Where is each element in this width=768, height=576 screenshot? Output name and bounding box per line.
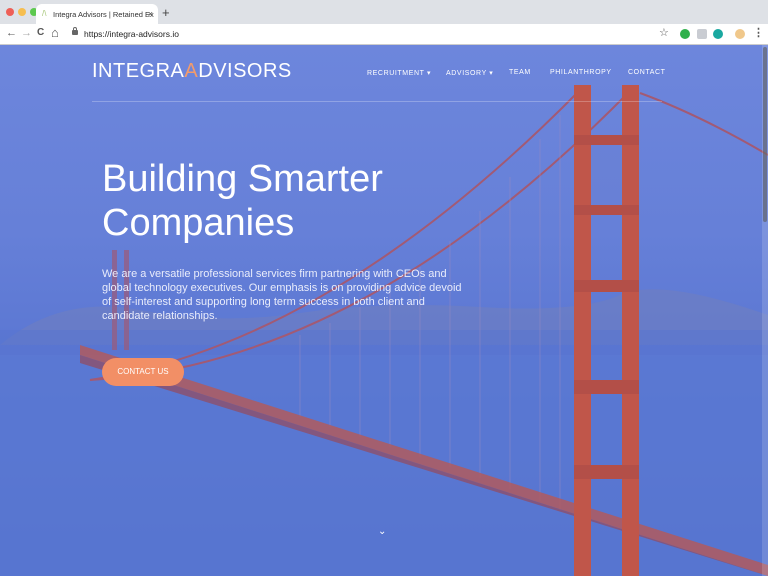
browser-toolbar: ← → C ⌂ https://integra-advisors.io ☆ ⋮ xyxy=(0,24,768,45)
hero-title-line-2: Companies xyxy=(102,202,295,244)
tab-strip: /\ Integra Advisors | Retained Ex × + xyxy=(0,0,768,24)
minimize-window-dot[interactable] xyxy=(18,8,26,16)
bookmark-star-icon[interactable]: ☆ xyxy=(659,26,669,39)
nav-contact[interactable]: CONTACT xyxy=(628,69,666,76)
back-icon[interactable]: ← xyxy=(6,27,17,39)
grammarly-extension-icon[interactable] xyxy=(680,29,690,39)
close-tab-icon[interactable]: × xyxy=(148,9,153,19)
new-tab-button[interactable]: + xyxy=(162,5,170,20)
site-logo[interactable]: INTEGRAADVISORS xyxy=(92,60,292,83)
home-icon[interactable]: ⌂ xyxy=(51,25,59,40)
hero-description: We are a versatile professional services… xyxy=(102,268,462,322)
header-divider xyxy=(92,101,662,102)
browser-menu-icon[interactable]: ⋮ xyxy=(753,26,764,39)
logo-accent-letter: A xyxy=(184,60,199,82)
extension-teal-icon[interactable] xyxy=(713,29,723,39)
hero-section: INTEGRAADVISORS RECRUITMENT ▾ ADVISORY ▾… xyxy=(0,45,768,576)
lock-icon xyxy=(72,27,78,35)
site-favicon-icon: /\ xyxy=(42,9,47,18)
page-scrollbar[interactable] xyxy=(762,45,768,576)
close-window-dot[interactable] xyxy=(6,8,14,16)
nav-advisory[interactable]: ADVISORY ▾ xyxy=(446,69,493,77)
tab-title: Integra Advisors | Retained Ex xyxy=(53,10,154,19)
reload-icon[interactable]: C xyxy=(37,27,44,38)
hero-title: Building Smarter Companies xyxy=(102,157,522,245)
url-text: https://integra-advisors.io xyxy=(84,29,179,39)
logo-text-left: INTEGRA xyxy=(92,60,185,82)
scroll-down-chevron-icon[interactable]: ⌄ xyxy=(378,526,386,537)
nav-team[interactable]: TEAM xyxy=(509,69,531,76)
address-bar[interactable]: https://integra-advisors.io xyxy=(70,26,660,42)
forward-icon[interactable]: → xyxy=(21,27,32,39)
contact-us-button[interactable]: CONTACT US xyxy=(102,358,184,386)
browser-tab[interactable]: /\ Integra Advisors | Retained Ex × xyxy=(36,4,158,24)
nav-philanthropy[interactable]: PHILANTHROPY xyxy=(550,69,612,76)
scrollbar-thumb[interactable] xyxy=(763,47,767,222)
hero-title-line-1: Building Smarter xyxy=(102,158,383,200)
logo-text-right: DVISORS xyxy=(198,60,292,82)
nav-recruitment[interactable]: RECRUITMENT ▾ xyxy=(367,69,431,77)
extension-icon[interactable] xyxy=(697,29,707,39)
profile-avatar-icon[interactable] xyxy=(735,29,745,39)
